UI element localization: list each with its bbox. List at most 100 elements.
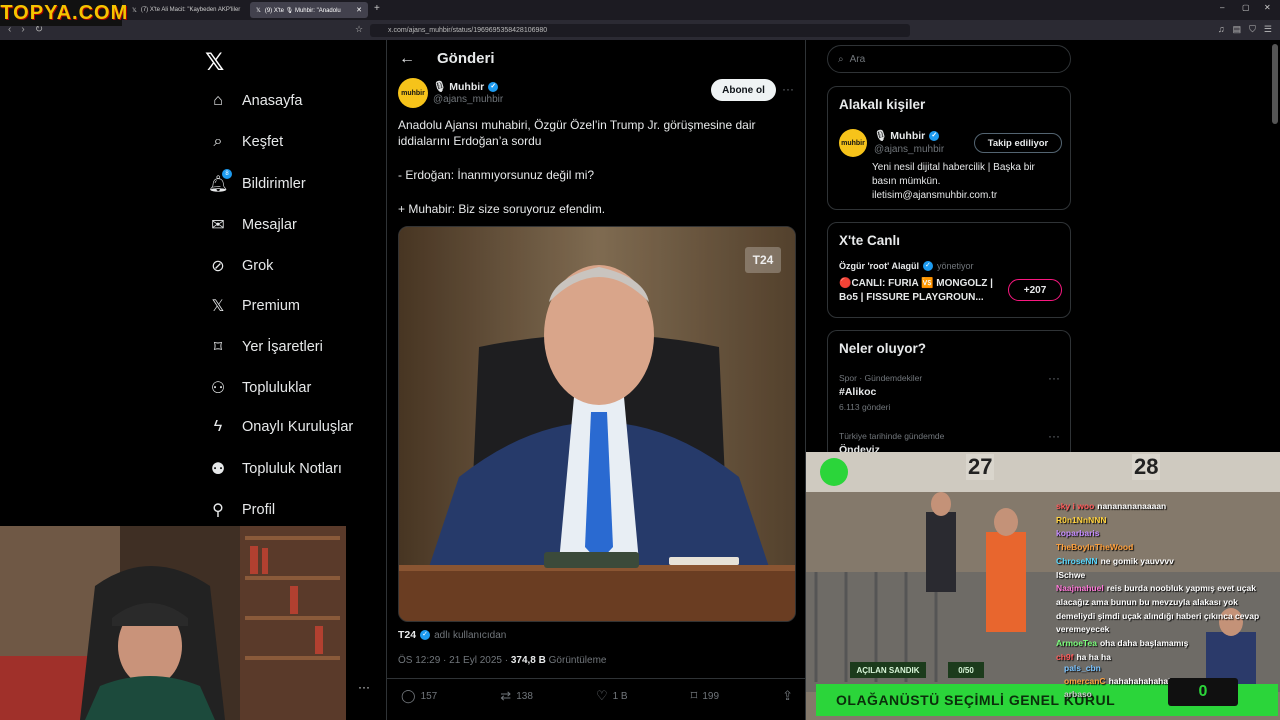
chat-user: pals_cbn bbox=[1064, 663, 1101, 673]
chat-message: oha daha başlamamış bbox=[1099, 638, 1189, 649]
nav-item-community-notes[interactable]: ⚉ Topluluk Notları bbox=[208, 459, 342, 479]
ballot-count-label: 0/50 bbox=[948, 662, 984, 678]
view-label: Görüntüleme bbox=[545, 655, 607, 666]
chat-user: ArmoeTea bbox=[1056, 638, 1097, 649]
reply-button[interactable]: ◯ 157 bbox=[401, 688, 437, 704]
nav-label: Mesajlar bbox=[242, 217, 297, 233]
browser-tab-1[interactable]: 𝕏 (7) X'te Ali Macit: "Kaybeden AKP'lile… bbox=[126, 2, 244, 18]
close-tab-icon[interactable]: ✕ bbox=[356, 6, 362, 14]
back-arrow-icon[interactable]: ← bbox=[399, 50, 415, 68]
streamer-webcam bbox=[0, 526, 346, 720]
repost-icon: ⇄ bbox=[500, 688, 512, 703]
address-bar[interactable]: x.com/ajans_muhbir/status/19696953584281… bbox=[370, 24, 910, 37]
nav-item-verified-orgs[interactable]: ϟ Onaylı Kuruluşlar bbox=[208, 418, 353, 436]
author-name[interactable]: 🎙 Muhbir ✓ bbox=[433, 80, 499, 93]
following-button[interactable]: Takip ediliyor bbox=[974, 133, 1062, 153]
chat-line: ArmoeTea oha daha başlamamış bbox=[1056, 637, 1276, 651]
live-host-name: Özgür 'root' Alagül bbox=[839, 261, 919, 271]
related-name-text: 🎙 Muhbir bbox=[874, 130, 926, 142]
nav-item-explore[interactable]: ⌕ Keşfet bbox=[208, 133, 284, 151]
search-input[interactable]: ⌕ Ara bbox=[827, 45, 1071, 73]
x-logo-icon[interactable]: 𝕏 bbox=[205, 48, 224, 76]
avatar[interactable]: muhbir bbox=[398, 78, 428, 108]
live-listener-count[interactable]: +207 bbox=[1008, 279, 1062, 301]
more-options-icon[interactable]: ··· bbox=[1048, 371, 1060, 385]
chat-line: ChroseNN ne gomik yauvvvv bbox=[1056, 555, 1276, 569]
nav-item-communities[interactable]: ⚇ Topluluklar bbox=[208, 378, 312, 398]
search-placeholder: Ara bbox=[849, 53, 866, 65]
nav-label: Topluluklar bbox=[242, 380, 312, 396]
notes-icon: ⚉ bbox=[210, 461, 226, 478]
notification-badge: 8 bbox=[222, 169, 232, 179]
site-watermark-logo: iTOPYA.COM bbox=[0, 0, 127, 26]
like-button[interactable]: ♡ 1 B bbox=[596, 688, 628, 704]
live-host-role: yönetiyor bbox=[936, 261, 974, 271]
nav-label: Premium bbox=[242, 298, 301, 314]
more-options-icon[interactable]: ··· bbox=[358, 680, 370, 694]
subscribe-button[interactable]: Abone ol bbox=[711, 79, 776, 101]
x-tab-icon: 𝕏 bbox=[132, 7, 137, 14]
minimize-button[interactable]: – bbox=[1220, 3, 1224, 12]
nav-label: Grok bbox=[242, 258, 274, 274]
people-icon: ⚇ bbox=[210, 380, 226, 397]
close-window-button[interactable]: ✕ bbox=[1264, 3, 1271, 12]
more-options-icon[interactable]: ··· bbox=[1048, 429, 1060, 443]
author-name-text: 🎙 Muhbir bbox=[433, 81, 485, 93]
chat-line: koparbaris bbox=[1056, 527, 1276, 541]
maximize-button[interactable]: ▢ bbox=[1242, 3, 1250, 12]
scrollbar[interactable] bbox=[1272, 44, 1278, 124]
post-actions: ◯ 157 ⇄ 138 ♡ 1 B ⌑ 199 ⇪ bbox=[401, 688, 793, 704]
bookmark-button[interactable]: ⌑ 199 bbox=[691, 688, 719, 704]
t24-watermark: T24 bbox=[745, 247, 781, 273]
chat-line: lSchwe bbox=[1056, 569, 1276, 583]
bookmark-count: 199 bbox=[702, 690, 720, 702]
live-card[interactable]: X'te Canlı Özgür 'root' Alagül ✓ yönetiyor… bbox=[827, 222, 1071, 318]
nav-item-messages[interactable]: ✉ Mesajlar bbox=[208, 215, 297, 235]
chat-message: ne gomik yauvvvv bbox=[1100, 555, 1174, 566]
sidebar-icon[interactable]: ▤ bbox=[1233, 24, 1242, 35]
nav-label: Keşfet bbox=[242, 134, 284, 150]
shield-icon[interactable]: ⛉ bbox=[1249, 24, 1256, 35]
post-video[interactable]: T24 bbox=[398, 226, 796, 622]
stream-chat: sky i woo nananananaaaan R0n1NnNNN koparb… bbox=[1056, 500, 1276, 664]
nav-item-grok[interactable]: ⊘ Grok bbox=[208, 256, 273, 276]
nav-label: Topluluk Notları bbox=[242, 461, 342, 477]
nav-item-profile[interactable]: ⚲ Profil bbox=[208, 500, 275, 520]
trend-name[interactable]: #Alikoc bbox=[839, 386, 876, 398]
post-text-line: + Muhabir: Biz size soruyoruz efendim. bbox=[398, 202, 606, 216]
card-title: X'te Canlı bbox=[839, 233, 900, 248]
related-name[interactable]: 🎙 Muhbir ✓ bbox=[874, 129, 940, 142]
nav-item-notifications[interactable]: 🔔︎ 8 Bildirimler bbox=[208, 169, 306, 194]
bookmark-icon: ⌑ bbox=[213, 339, 223, 356]
heart-icon: ♡ bbox=[595, 688, 608, 703]
extensions-icon[interactable]: ♫ bbox=[1218, 24, 1225, 35]
chat-user: sky i woo bbox=[1056, 501, 1095, 511]
nav-item-home[interactable]: ⌂ Anasayfa bbox=[208, 92, 302, 110]
post-text-line: Anadolu Ajansı muhabiri, Özgür Özel’in T… bbox=[398, 118, 756, 132]
post-time[interactable]: ÖS 12:29 · 21 Eyl 2025 · bbox=[398, 655, 511, 666]
x-icon: 𝕏 bbox=[211, 298, 225, 315]
related-handle[interactable]: @ajans_muhbir bbox=[874, 144, 944, 155]
new-tab-button[interactable]: + bbox=[374, 3, 380, 14]
mail-icon: ✉ bbox=[211, 217, 225, 234]
chat-user: ChroseNN bbox=[1056, 555, 1098, 566]
avatar[interactable]: muhbir bbox=[839, 129, 867, 157]
search-icon: ⌕ bbox=[213, 133, 223, 150]
live-host: Özgür 'root' Alagül ✓ yönetiyor bbox=[839, 261, 973, 271]
nav-item-bookmarks[interactable]: ⌑ Yer İşaretleri bbox=[208, 337, 323, 357]
repost-button[interactable]: ⇄ 138 bbox=[500, 688, 533, 704]
share-button[interactable]: ⇪ bbox=[782, 688, 793, 704]
browser-tab-2[interactable]: 𝕏 (9) X'te 🎙 Muhbir: "Anadolu ✕ bbox=[250, 2, 368, 18]
chat-user: omercanC bbox=[1064, 676, 1106, 686]
verified-badge-icon: ✓ bbox=[929, 130, 940, 141]
menu-icon[interactable]: ☰ bbox=[1264, 24, 1272, 35]
nav-label: Profil bbox=[242, 502, 276, 518]
webcam-illustration bbox=[0, 526, 346, 720]
nav-item-premium[interactable]: 𝕏 Premium bbox=[208, 296, 300, 316]
browser-tab-strip: 𝕏 (7) X'te Ali Macit: "Kaybeden AKP'lile… bbox=[0, 0, 1280, 20]
more-options-icon[interactable]: ··· bbox=[782, 82, 794, 96]
post-text-line: iddialarını Erdoğan’a sordu bbox=[398, 134, 542, 148]
author-handle[interactable]: @ajans_muhbir bbox=[433, 94, 503, 105]
video-source[interactable]: T24 ✓ adlı kullanıcıdan bbox=[398, 629, 506, 641]
bookmark-star-icon[interactable]: ☆ bbox=[355, 24, 363, 35]
